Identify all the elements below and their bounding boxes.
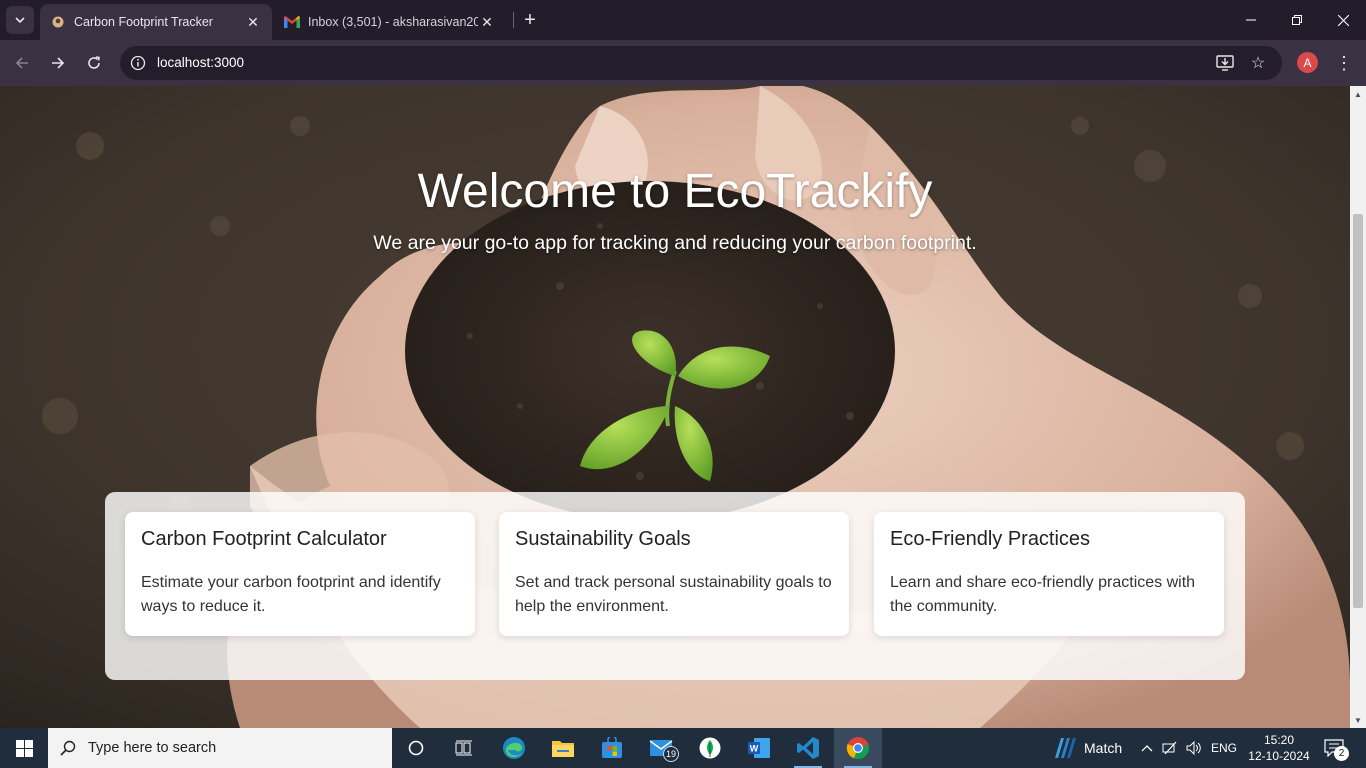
mongodb-leaf-icon xyxy=(699,737,721,759)
feature-card-title: Eco-Friendly Practices xyxy=(890,528,1091,550)
page-scrollbar[interactable]: ▲ ▼ xyxy=(1350,86,1366,728)
forward-button[interactable] xyxy=(46,51,70,75)
vscode-taskbar-button[interactable] xyxy=(784,728,832,768)
hero-title: Welcome to EcoTrackify xyxy=(417,165,933,218)
reload-icon xyxy=(88,56,100,69)
task-view-button[interactable] xyxy=(440,728,488,768)
weather-label: Match xyxy=(1084,740,1123,756)
feature-card-description: Learn and share eco-friendly practices w… xyxy=(890,574,1196,615)
feature-card-sustainability-goals[interactable]: Sustainability Goals Set and track perso… xyxy=(499,512,849,636)
close-icon xyxy=(1337,14,1349,26)
mail-taskbar-button[interactable]: 19 xyxy=(637,728,685,768)
microsoft-store-icon xyxy=(602,737,622,758)
tab-title: Inbox (3,501) - aksharasivan2004 xyxy=(308,15,478,29)
cortana-button[interactable] xyxy=(392,728,440,768)
store-taskbar-button[interactable] xyxy=(588,728,636,768)
file-explorer-taskbar-button[interactable] xyxy=(539,728,587,768)
task-view-icon xyxy=(455,740,472,756)
vscode-icon xyxy=(797,737,819,759)
restore-button[interactable] xyxy=(1274,0,1320,40)
site-info-icon[interactable] xyxy=(128,53,148,73)
start-button[interactable] xyxy=(0,728,48,768)
windows-taskbar: Type here to search 19 W Match ENG 15:20… xyxy=(0,728,1366,768)
features-panel: Carbon Footprint Calculator Estimate you… xyxy=(105,492,1245,680)
cortana-circle-icon xyxy=(408,740,424,756)
chevron-up-icon xyxy=(1141,745,1153,752)
notification-count-badge: 2 xyxy=(1334,746,1349,761)
minimize-button[interactable] xyxy=(1228,0,1274,40)
kebab-menu-icon[interactable]: ⋮ xyxy=(1333,51,1355,75)
tab-carbon-footprint-tracker[interactable]: Carbon Footprint Tracker ✕ xyxy=(40,4,272,40)
page-viewport: Welcome to EcoTrackify We are your go-to… xyxy=(0,86,1350,728)
chrome-icon xyxy=(846,737,869,760)
reload-button[interactable] xyxy=(82,51,106,75)
tab-search-button[interactable] xyxy=(6,6,34,34)
windows-logo-icon xyxy=(15,739,33,757)
svg-text:W: W xyxy=(750,744,759,754)
search-icon xyxy=(48,740,88,756)
clock-date: 12-10-2024 xyxy=(1248,749,1310,763)
chrome-taskbar-button[interactable] xyxy=(834,728,882,768)
show-hidden-icons-button[interactable] xyxy=(1137,728,1157,768)
install-app-icon[interactable] xyxy=(1215,53,1235,73)
close-tab-icon[interactable]: ✕ xyxy=(244,13,262,31)
network-tray-button[interactable] xyxy=(1160,728,1180,768)
hero-subtitle: We are your go-to app for tracking and r… xyxy=(373,232,977,254)
tab-title: Carbon Footprint Tracker xyxy=(74,15,213,29)
search-placeholder: Type here to search xyxy=(88,740,217,756)
react-favicon-icon xyxy=(50,14,66,30)
gmail-icon xyxy=(284,14,300,30)
tab-strip: Carbon Footprint Tracker ✕ Inbox (3,501)… xyxy=(0,0,1366,40)
minimize-icon xyxy=(1246,19,1256,21)
clock-time: 15:20 xyxy=(1263,733,1295,747)
edge-icon xyxy=(503,737,525,759)
feature-card-description: Set and track personal sustainability go… xyxy=(515,574,832,615)
scrollbar-thumb[interactable] xyxy=(1353,214,1363,608)
browser-toolbar: localhost:3000 ☆ A ⋮ xyxy=(0,40,1366,86)
scroll-up-arrow-icon[interactable]: ▲ xyxy=(1350,86,1366,102)
bookmark-star-icon[interactable]: ☆ xyxy=(1248,53,1268,73)
close-window-button[interactable] xyxy=(1320,0,1366,40)
profile-avatar[interactable]: A xyxy=(1297,52,1318,73)
feature-card-description: Estimate your carbon footprint and ident… xyxy=(141,574,441,615)
feature-card-eco-practices[interactable]: Eco-Friendly Practices Learn and share e… xyxy=(874,512,1224,636)
network-disconnected-icon xyxy=(1162,741,1177,755)
feature-card-title: Carbon Footprint Calculator xyxy=(141,528,387,550)
volume-tray-button[interactable] xyxy=(1184,728,1204,768)
address-bar[interactable]: localhost:3000 ☆ xyxy=(120,46,1282,80)
restore-icon xyxy=(1292,15,1302,25)
url-text: localhost:3000 xyxy=(157,55,245,70)
back-button[interactable] xyxy=(10,51,34,75)
word-taskbar-button[interactable]: W xyxy=(735,728,783,768)
arrow-left-icon xyxy=(15,57,28,69)
mongodb-compass-taskbar-button[interactable] xyxy=(686,728,734,768)
new-tab-button[interactable]: + xyxy=(518,8,542,32)
cricket-icon xyxy=(1055,738,1076,758)
feature-card-title: Sustainability Goals xyxy=(515,528,691,550)
action-center-button[interactable]: 2 xyxy=(1322,736,1349,761)
mail-unread-badge: 19 xyxy=(663,746,679,762)
tab-separator xyxy=(513,12,514,28)
tab-gmail-inbox[interactable]: Inbox (3,501) - aksharasivan2004 ✕ xyxy=(274,4,506,40)
language-indicator[interactable]: ENG xyxy=(1208,728,1240,768)
speaker-icon xyxy=(1186,741,1201,755)
word-icon: W xyxy=(748,738,770,758)
weather-widget[interactable]: Match xyxy=(1052,728,1122,768)
system-clock[interactable]: 15:20 12-10-2024 xyxy=(1244,732,1314,764)
edge-taskbar-button[interactable] xyxy=(490,728,538,768)
scroll-down-arrow-icon[interactable]: ▼ xyxy=(1350,712,1366,728)
chevron-down-icon xyxy=(15,17,25,23)
taskbar-search-box[interactable]: Type here to search xyxy=(48,728,392,768)
close-tab-icon[interactable]: ✕ xyxy=(478,13,496,31)
arrow-right-icon xyxy=(52,57,65,69)
folder-icon xyxy=(552,741,574,757)
feature-card-carbon-calculator[interactable]: Carbon Footprint Calculator Estimate you… xyxy=(125,512,475,636)
